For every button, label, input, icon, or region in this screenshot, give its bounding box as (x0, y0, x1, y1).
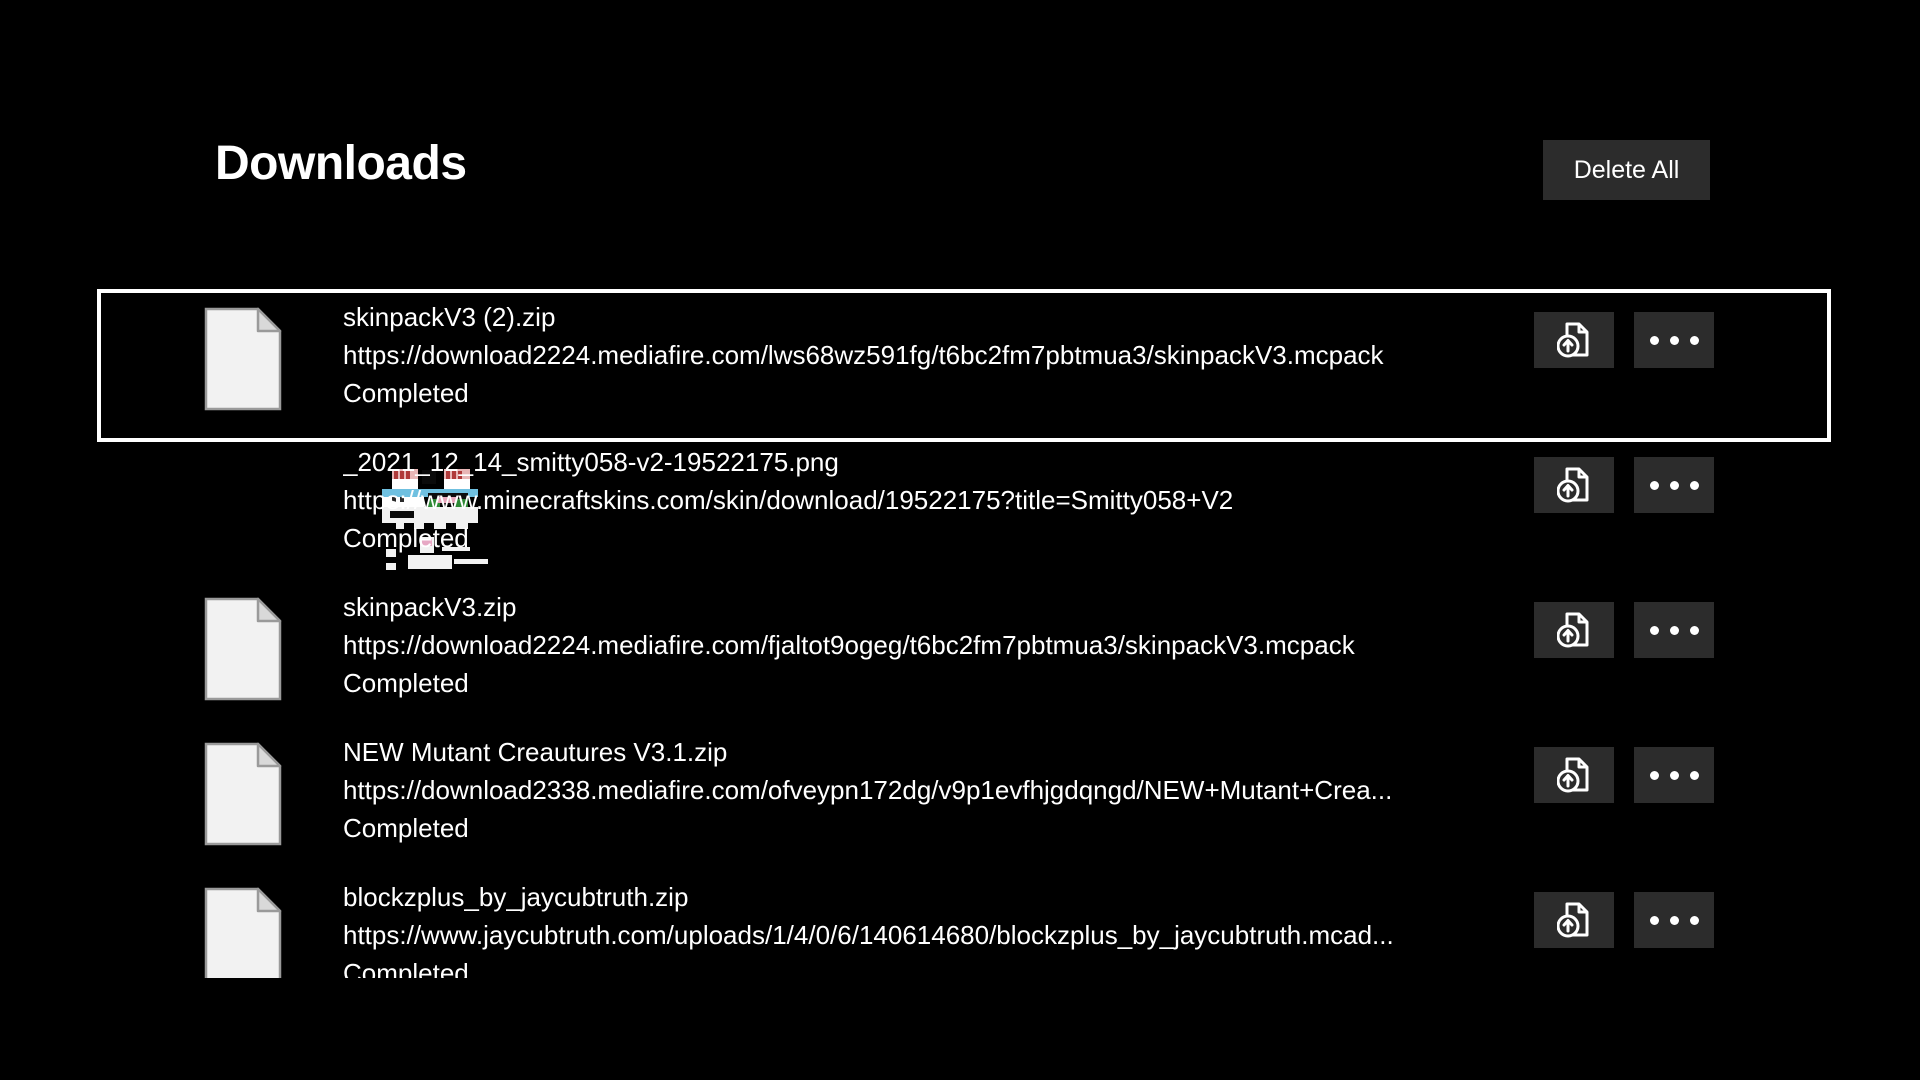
download-thumbnail (184, 443, 488, 573)
document-icon (204, 597, 282, 701)
download-thumbnail (204, 597, 282, 701)
download-source-url: https://download2224.mediafire.com/fjalt… (343, 630, 1355, 660)
more-options-button[interactable] (1634, 312, 1714, 368)
download-row[interactable]: skinpackV3.zip https://download2224.media… (0, 570, 1920, 715)
document-icon (204, 307, 282, 411)
download-status: Completed (343, 378, 469, 408)
download-row[interactable]: _2021_12_14_smitty058-v2-19522175.pnghtt… (0, 425, 1920, 573)
open-file-button[interactable] (1534, 312, 1614, 368)
download-row-actions (1534, 747, 1714, 803)
download-thumbnail (204, 887, 282, 978)
ellipsis-icon (1649, 770, 1699, 780)
download-source-url: https://download2224.mediafire.com/lws68… (343, 340, 1384, 370)
download-file-name: blockzplus_by_jaycubtruth.zip (343, 882, 689, 912)
open-file-button[interactable] (1534, 892, 1614, 948)
open-file-button[interactable] (1534, 457, 1614, 513)
file-upload-icon (1557, 322, 1589, 358)
more-options-button[interactable] (1634, 457, 1714, 513)
download-file-name: skinpackV3.zip (343, 592, 517, 622)
ellipsis-icon (1649, 915, 1699, 925)
page-header: Downloads Delete All (0, 0, 1920, 250)
more-options-button[interactable] (1634, 892, 1714, 948)
download-details: _2021_12_14_smitty058-v2-19522175.pnghtt… (343, 443, 1503, 557)
document-icon (204, 742, 282, 846)
open-file-button[interactable] (1534, 747, 1614, 803)
download-file-name: _2021_12_14_smitty058-v2-19522175.png (343, 447, 839, 477)
download-source-url: https://download2338.mediafire.com/ofvey… (343, 775, 1393, 805)
delete-all-button[interactable]: Delete All (1543, 140, 1710, 200)
file-upload-icon (1557, 467, 1589, 503)
download-status: Completed (343, 813, 469, 843)
file-upload-icon (1557, 612, 1589, 648)
downloads-list[interactable]: skinpackV3 (2).zip https://download2224.m… (0, 280, 1920, 978)
download-row[interactable]: skinpackV3 (2).zip https://download2224.m… (0, 280, 1920, 442)
download-details: skinpackV3 (2).zip https://download2224.m… (343, 298, 1503, 412)
download-source-url: https://www.minecraftskins.com/skin/down… (343, 485, 1234, 515)
download-status: Completed (343, 668, 469, 698)
file-upload-icon (1557, 757, 1589, 793)
download-row-actions (1534, 457, 1714, 513)
download-status: Completed (343, 958, 469, 978)
download-row[interactable]: blockzplus_by_jaycubtruth.zip https://www… (0, 860, 1920, 978)
download-thumbnail (204, 742, 282, 846)
ellipsis-icon (1649, 335, 1699, 345)
download-thumbnail (204, 307, 282, 411)
page-title: Downloads (215, 137, 467, 190)
file-upload-icon (1557, 902, 1589, 938)
download-row-actions (1534, 892, 1714, 948)
document-icon (204, 887, 282, 978)
download-source-url: https://www.jaycubtruth.com/uploads/1/4/… (343, 920, 1394, 950)
more-options-button[interactable] (1634, 602, 1714, 658)
download-details: skinpackV3.zip https://download2224.media… (343, 588, 1503, 702)
downloads-page: Downloads Delete All skinpackV3 (2).zip h… (0, 0, 1920, 1080)
download-row-actions (1534, 602, 1714, 658)
download-row-actions (1534, 312, 1714, 368)
download-details: NEW Mutant Creautures V3.1.zip https://do… (343, 733, 1503, 847)
open-file-button[interactable] (1534, 602, 1614, 658)
ellipsis-icon (1649, 480, 1699, 490)
download-row[interactable]: NEW Mutant Creautures V3.1.zip https://do… (0, 715, 1920, 860)
more-options-button[interactable] (1634, 747, 1714, 803)
download-details: blockzplus_by_jaycubtruth.zip https://www… (343, 878, 1503, 978)
download-file-name: NEW Mutant Creautures V3.1.zip (343, 737, 728, 767)
ellipsis-icon (1649, 625, 1699, 635)
download-file-name: skinpackV3 (2).zip (343, 302, 556, 332)
download-status: Completed (343, 523, 469, 553)
